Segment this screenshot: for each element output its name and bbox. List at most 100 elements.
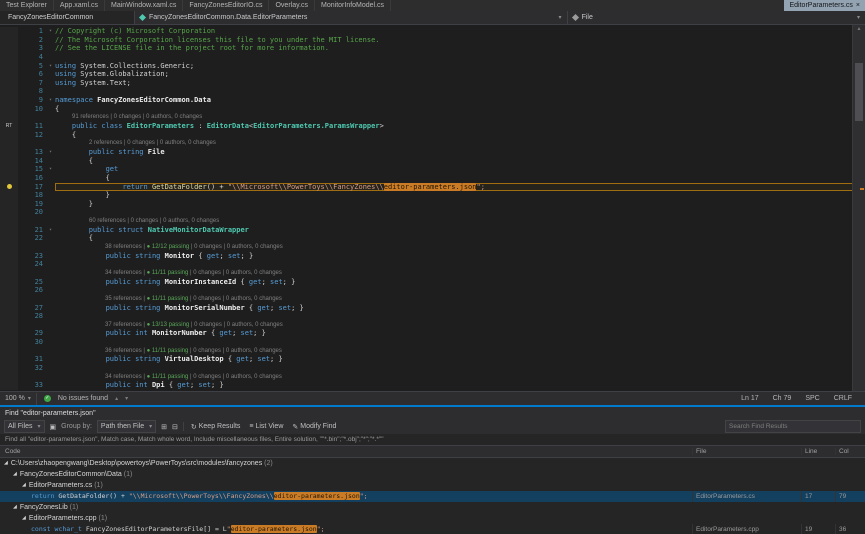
find-group-row[interactable]: ◢EditorParameters.cs (1)	[0, 480, 865, 491]
expander-icon[interactable]: ◢	[13, 469, 17, 480]
group-by-dropdown[interactable]: Path then File ▾	[97, 420, 156, 433]
fold-marker-icon[interactable]: ▾	[46, 62, 55, 71]
code-line[interactable]: 8	[0, 87, 853, 96]
code-line[interactable]: 29 public int MonitorNumber { get; set; …	[0, 329, 853, 338]
code-line[interactable]: 6using System.Globalization;	[0, 70, 853, 79]
issues-status-text[interactable]: No issues found	[58, 393, 108, 405]
glyph-margin[interactable]	[0, 304, 18, 313]
glyph-margin[interactable]	[0, 96, 18, 105]
code-line[interactable]: 14 {	[0, 157, 853, 166]
code-line[interactable]: 10{	[0, 105, 853, 114]
expander-icon[interactable]: ◢	[22, 480, 26, 491]
file-filter-dropdown[interactable]: All Files ▾	[4, 420, 45, 433]
copy-results-icon[interactable]: ▣	[50, 423, 57, 431]
next-issue-icon[interactable]: ▾	[125, 393, 128, 405]
code-line[interactable]: 16 {	[0, 174, 853, 183]
code-line[interactable]: 7using System.Text;	[0, 79, 853, 88]
prev-issue-icon[interactable]: ▴	[115, 393, 118, 405]
code-line[interactable]: 37 references | ● 13/13 passing | 0 chan…	[0, 321, 853, 330]
code-line[interactable]: 22 {	[0, 234, 853, 243]
code-line[interactable]: 1▾// Copyright (c) Microsoft Corporation	[0, 27, 853, 36]
glyph-margin[interactable]	[0, 139, 18, 148]
code-line[interactable]: 19 }	[0, 200, 853, 209]
document-tab-active[interactable]: EditorParameters.cs×	[784, 0, 865, 11]
glyph-margin[interactable]	[0, 295, 18, 304]
code-line[interactable]: 24	[0, 260, 853, 269]
fold-marker-icon[interactable]: ▾	[46, 226, 55, 235]
code-line[interactable]: 3// See the LICENSE file in the project …	[0, 44, 853, 53]
code-editor[interactable]: 1▾// Copyright (c) Microsoft Corporation…	[0, 25, 865, 391]
code-line[interactable]: 2// The Microsoft Corporation licenses t…	[0, 36, 853, 45]
glyph-margin[interactable]	[0, 105, 18, 114]
expander-icon[interactable]: ◢	[22, 513, 26, 524]
type-dropdown[interactable]: FancyZonesEditorCommon.Data.EditorParame…	[135, 11, 568, 24]
code-line[interactable]: 35 references | ● 11/11 passing | 0 chan…	[0, 295, 853, 304]
glyph-margin[interactable]	[0, 165, 18, 174]
glyph-margin[interactable]	[0, 243, 18, 252]
code-line[interactable]: 34 references | ● 11/11 passing | 0 chan…	[0, 269, 853, 278]
document-tab[interactable]: Overlay.cs	[269, 0, 315, 11]
code-line[interactable]: 5▾using System.Collections.Generic;	[0, 62, 853, 71]
glyph-margin[interactable]	[0, 62, 18, 71]
code-line[interactable]: RT11 public class EditorParameters : Edi…	[0, 122, 853, 131]
code-line[interactable]: 60 references | 0 changes | 0 authors, 0…	[0, 217, 853, 226]
editor-vertical-scrollbar[interactable]: ▴	[852, 25, 865, 391]
glyph-margin[interactable]	[0, 234, 18, 243]
glyph-margin[interactable]	[0, 347, 18, 356]
keep-results-button[interactable]: ↻ Keep Results	[189, 423, 243, 431]
code-line[interactable]: 2 references | 0 changes | 0 authors, 0 …	[0, 139, 853, 148]
glyph-margin[interactable]	[0, 27, 18, 36]
glyph-margin[interactable]	[0, 364, 18, 373]
collapse-all-icon[interactable]: ⊟	[172, 423, 178, 431]
glyph-margin[interactable]	[0, 87, 18, 96]
zoom-control[interactable]: 100 % ▾	[5, 393, 37, 405]
find-panel-title[interactable]: Find "editor-parameters.json"	[0, 407, 865, 419]
code-line[interactable]: 91 references | 0 changes | 0 authors, 0…	[0, 113, 853, 122]
code-line[interactable]: 28	[0, 312, 853, 321]
document-tab[interactable]: MainWindow.xaml.cs	[105, 0, 183, 11]
glyph-margin[interactable]	[0, 157, 18, 166]
expander-icon[interactable]: ◢	[13, 502, 17, 513]
glyph-margin[interactable]	[0, 252, 18, 261]
code-line[interactable]: 27 public string MonitorSerialNumber { g…	[0, 304, 853, 313]
modify-find-button[interactable]: ✎ Modify Find	[290, 423, 338, 431]
code-line[interactable]: 33 public int Dpi { get; set; }	[0, 381, 853, 390]
glyph-margin[interactable]	[0, 200, 18, 209]
glyph-margin[interactable]	[0, 278, 18, 287]
document-tab[interactable]: Test Explorer	[0, 0, 54, 11]
code-line[interactable]: 38 references | ● 12/12 passing | 0 chan…	[0, 243, 853, 252]
scroll-up-icon[interactable]: ▴	[853, 25, 865, 33]
code-line[interactable]: 12 {	[0, 131, 853, 140]
list-view-button[interactable]: ≡ List View	[247, 423, 285, 430]
document-tab[interactable]: MonitorInfoModel.cs	[315, 0, 391, 11]
code-line[interactable]: 30	[0, 338, 853, 347]
glyph-margin[interactable]	[0, 226, 18, 235]
glyph-margin[interactable]	[0, 191, 18, 200]
glyph-margin[interactable]	[0, 183, 18, 192]
glyph-margin[interactable]	[0, 79, 18, 88]
search-find-results-input[interactable]	[725, 420, 861, 433]
document-tab[interactable]: FancyZonesEditorIO.cs	[183, 0, 269, 11]
document-tab-project[interactable]: FancyZonesEditorCommon	[0, 11, 135, 24]
member-dropdown[interactable]: File ▾	[568, 11, 865, 24]
glyph-margin[interactable]	[0, 44, 18, 53]
glyph-margin[interactable]	[0, 148, 18, 157]
expand-all-icon[interactable]: ⊞	[161, 423, 167, 431]
code-line[interactable]: 21▾ public struct NativeMonitorDataWrapp…	[0, 226, 853, 235]
glyph-margin[interactable]	[0, 53, 18, 62]
code-line[interactable]: 25 public string MonitorInstanceId { get…	[0, 278, 853, 287]
scrollbar-thumb[interactable]	[855, 63, 863, 121]
glyph-margin[interactable]	[0, 36, 18, 45]
code-line[interactable]: 26	[0, 286, 853, 295]
code-line[interactable]: 31 public string VirtualDesktop { get; s…	[0, 355, 853, 364]
glyph-margin[interactable]	[0, 70, 18, 79]
lightbulb-icon[interactable]	[7, 184, 12, 189]
code-line[interactable]: 36 references | ● 11/11 passing | 0 chan…	[0, 347, 853, 356]
code-line[interactable]: 34 references | ● 11/11 passing | 0 chan…	[0, 373, 853, 382]
fold-marker-icon[interactable]: ▾	[46, 148, 55, 157]
code-line[interactable]: 4	[0, 53, 853, 62]
column-header-code[interactable]: Code	[0, 448, 692, 455]
code-line[interactable]: 17 return GetDataFolder() + "\\Microsoft…	[0, 183, 853, 192]
glyph-margin[interactable]: RT	[0, 122, 18, 131]
glyph-margin[interactable]	[0, 381, 18, 390]
